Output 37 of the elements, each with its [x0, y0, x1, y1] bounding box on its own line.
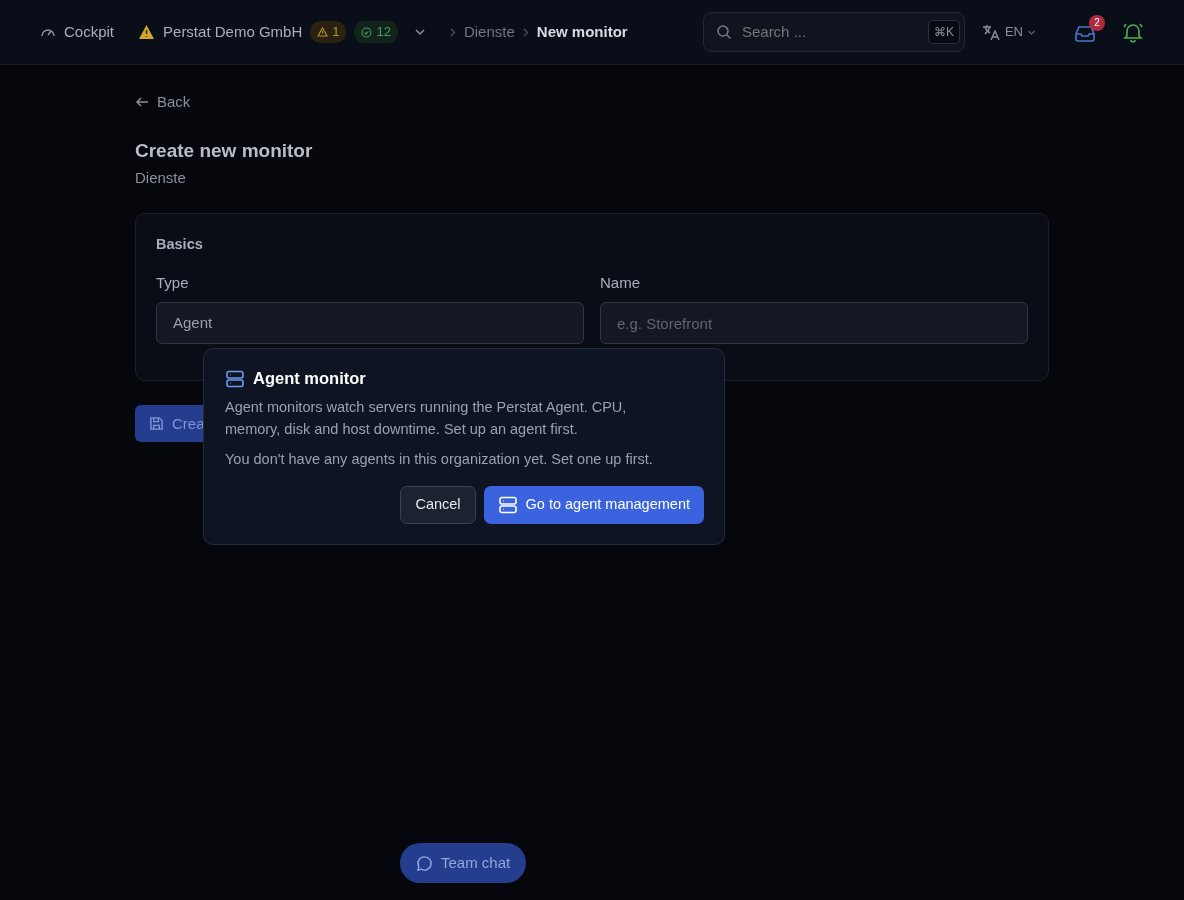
breadcrumb-link[interactable]: New monitor — [536, 20, 628, 44]
section-title: Basics — [156, 235, 204, 255]
popover-title: Agent monitor — [253, 369, 366, 389]
back-link[interactable]: Back — [135, 91, 191, 114]
field-label: Name — [600, 272, 641, 293]
team-chat-button[interactable]: Team chat — [400, 843, 527, 883]
translate-icon — [980, 22, 1001, 42]
search-bar[interactable]: Search ... ⌘K — [702, 12, 965, 52]
search-icon — [715, 24, 732, 40]
language-menu[interactable]: EN — [980, 22, 1036, 42]
warning-icon — [317, 27, 329, 37]
server-icon — [497, 495, 518, 516]
save-icon — [149, 416, 164, 432]
bell-icon[interactable] — [1122, 21, 1144, 43]
warning-count: 1 — [310, 21, 347, 43]
chat-icon — [416, 854, 433, 872]
page-subtitle: Dienste — [135, 167, 187, 188]
ok-count: 12 — [354, 21, 398, 43]
search-field[interactable]: Search ... — [739, 19, 920, 45]
organization-name: Perstat Demo GmbH — [163, 21, 303, 42]
name-field[interactable]: e.g. Storefront — [600, 302, 1028, 345]
warning-icon — [138, 24, 156, 40]
chevron-right-icon — [449, 27, 456, 37]
agent-management-button[interactable]: Go to agent management — [483, 486, 704, 525]
cockpit-link[interactable]: Cockpit — [40, 20, 115, 44]
check-circle-icon — [361, 26, 373, 38]
chevron-down-icon[interactable] — [413, 26, 426, 38]
server-icon — [225, 369, 245, 389]
breadcrumb-link[interactable]: Dienste — [463, 20, 515, 44]
shortcut-key: ⌘K — [927, 20, 960, 44]
field-label: Type — [156, 272, 190, 293]
notification-badge: 2 — [1089, 14, 1105, 31]
page-title: Create new monitor — [135, 139, 314, 163]
cancel-button[interactable]: Cancel — [400, 486, 476, 525]
type-select[interactable]: Agent — [156, 302, 584, 345]
chevron-right-icon — [522, 27, 529, 37]
popover-note: You don't have any agents in this organization yet. Set one up first. — [225, 449, 654, 469]
